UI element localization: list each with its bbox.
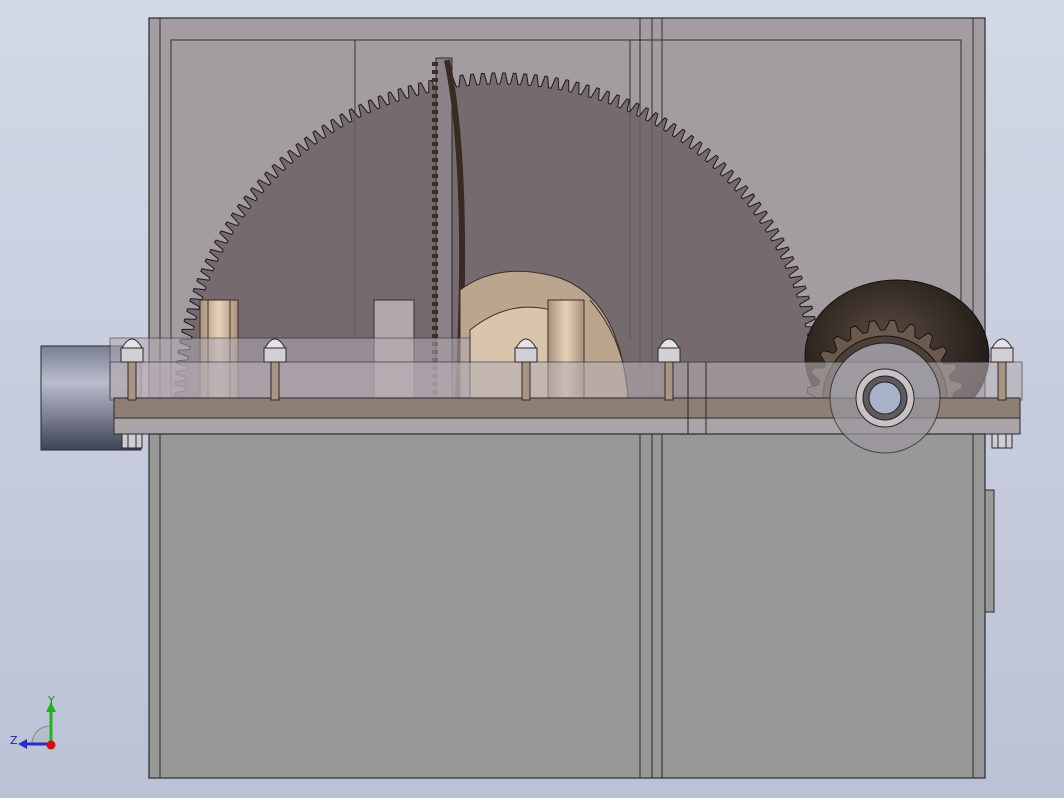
lower-housing[interactable]: [148, 433, 995, 779]
x-axis-dot: [46, 740, 56, 750]
gearbox-model[interactable]: [0, 0, 1064, 798]
y-axis-label: Y: [48, 694, 55, 707]
pinion-shaft-end[interactable]: [829, 342, 941, 454]
coordinate-triad: Y Z: [10, 694, 70, 756]
cad-viewport[interactable]: Y Z: [0, 0, 1064, 798]
z-axis-label: Z: [10, 734, 18, 747]
axis-triad-icon: [18, 702, 56, 750]
